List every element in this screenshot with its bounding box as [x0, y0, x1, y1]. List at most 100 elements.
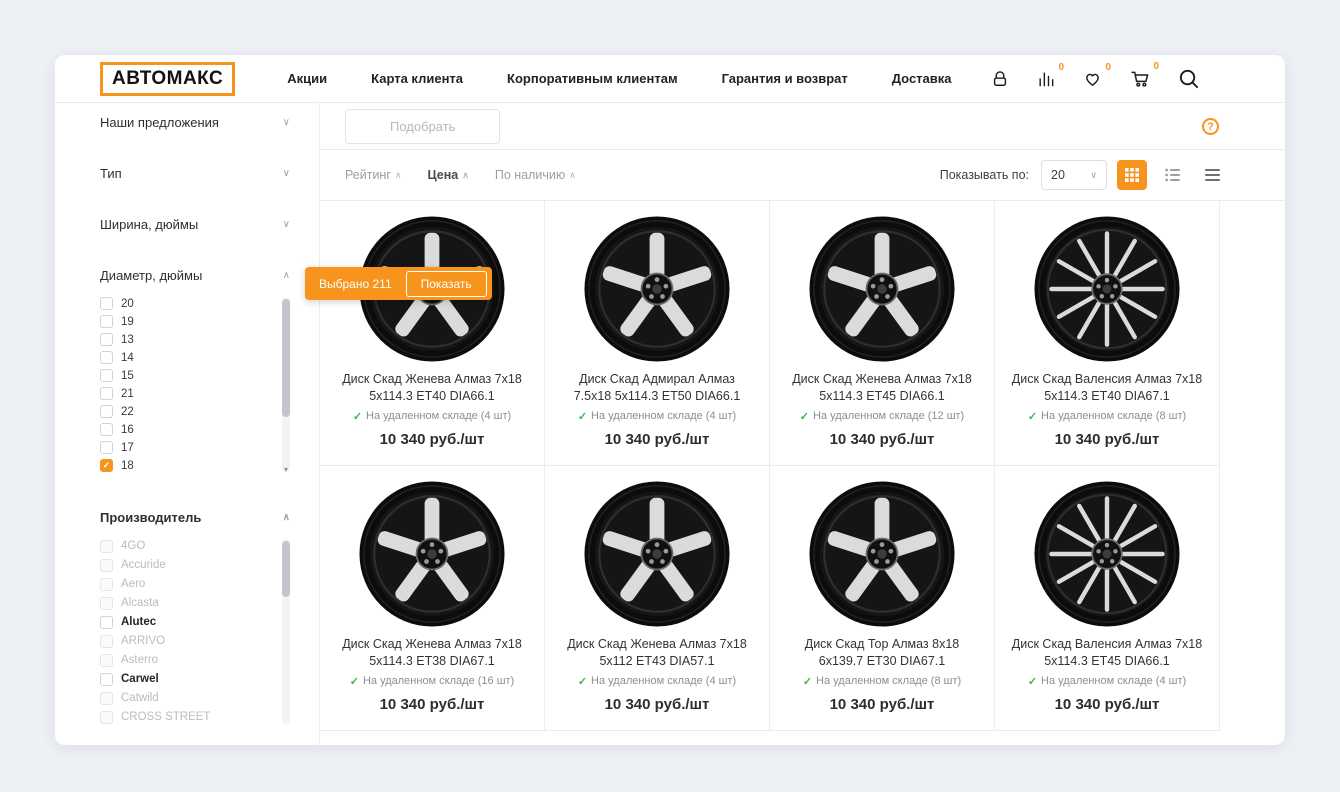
checkbox[interactable] [100, 333, 113, 346]
filter-header-width[interactable]: Ширина, дюймы ∨ [100, 217, 290, 232]
diameter-option-21[interactable]: 21 [100, 385, 274, 402]
product-title[interactable]: Диск Скад Женева Алмаз 7x18 5x114.3 ET40… [336, 371, 528, 405]
logo-text: АВТОМАКС [112, 68, 223, 89]
top-strip: Подобрать ? [320, 103, 1285, 150]
show-results-button[interactable]: Показать [406, 271, 487, 297]
page-size-select[interactable]: 20 ∨ [1041, 160, 1107, 190]
product-card[interactable]: Диск Скад Женева Алмаз 7x18 5x114.3 ET40… [320, 201, 545, 466]
product-card[interactable]: Диск Скад Валенсия Алмаз 7x18 5x114.3 ET… [995, 201, 1220, 466]
checkbox [100, 692, 113, 705]
site-container: АВТОМАКС Акции Карта клиента Корпоративн… [55, 55, 1285, 745]
product-title[interactable]: Диск Скад Валенсия Алмаз 7x18 5x114.3 ET… [1011, 636, 1203, 670]
product-card[interactable]: Диск Скад Женева Алмаз 7x18 5x114.3 ET38… [320, 466, 545, 731]
wheel-photo [1033, 480, 1181, 628]
filter-label: Наши предложения [100, 115, 219, 130]
cart-icon[interactable]: 0 [1129, 68, 1151, 89]
nav-item-warranty[interactable]: Гарантия и возврат [722, 71, 848, 86]
list-view-icon [1165, 168, 1180, 182]
diameter-scrollbar[interactable]: ▾ [282, 297, 290, 472]
filter-header-manufacturer[interactable]: Производитель ∧ [100, 510, 290, 525]
filter-section-offers: Наши предложения ∨ [100, 115, 290, 130]
chevron-down-icon: ∨ [283, 117, 290, 128]
view-table-button[interactable] [1197, 160, 1227, 190]
filter-header-offers[interactable]: Наши предложения ∨ [100, 115, 290, 130]
product-card[interactable]: Диск Скад Валенсия Алмаз 7x18 5x114.3 ET… [995, 466, 1220, 731]
checkbox[interactable] [100, 616, 113, 629]
manufacturer-scrollbar-thumb[interactable] [282, 541, 290, 597]
checkbox-checked[interactable]: ✓ [100, 459, 113, 472]
sort-asc-caret-icon: ∧ [462, 170, 469, 181]
product-availability: ✓ На удаленном складе (8 шт) [784, 675, 980, 688]
checkbox[interactable] [100, 297, 113, 310]
checkbox[interactable] [100, 315, 113, 328]
checkbox [100, 540, 113, 553]
compare-count-badge: 0 [1058, 62, 1064, 73]
diameter-option-15[interactable]: 15 [100, 367, 274, 384]
checkbox[interactable] [100, 387, 113, 400]
checkbox[interactable] [100, 441, 113, 454]
show-by-label: Показывать по: [940, 168, 1029, 182]
product-card[interactable]: Диск Скад Женева Алмаз 7x18 5x114.3 ET45… [770, 201, 995, 466]
manufacturer-option-alutec[interactable]: Alutec [100, 613, 274, 631]
nav-item-promos[interactable]: Акции [287, 71, 327, 86]
product-title[interactable]: Диск Скад Валенсия Алмаз 7x18 5x114.3 ET… [1011, 371, 1203, 405]
nav-item-corporate[interactable]: Корпоративным клиентам [507, 71, 678, 86]
product-availability: ✓ На удаленном складе (4 шт) [334, 410, 530, 423]
manufacturer-scrollbar[interactable] [282, 539, 290, 724]
search-icon[interactable] [1177, 67, 1200, 90]
diameter-option-17[interactable]: 17 [100, 439, 274, 456]
filter-label: Тип [100, 166, 122, 181]
filter-header-type[interactable]: Тип ∨ [100, 166, 290, 181]
product-title[interactable]: Диск Скад Тор Алмаз 8x18 6x139.7 ET30 DI… [786, 636, 978, 670]
view-list-button[interactable] [1157, 160, 1187, 190]
diameter-option-14[interactable]: 14 [100, 349, 274, 366]
product-title[interactable]: Диск Скад Женева Алмаз 7x18 5x114.3 ET38… [336, 636, 528, 670]
product-card[interactable]: Диск Скад Тор Алмаз 8x18 6x139.7 ET30 DI… [770, 466, 995, 731]
cart-count-badge: 0 [1153, 61, 1159, 72]
sort-by-rating[interactable]: Рейтинг ∧ [345, 168, 402, 182]
garage-lock-icon[interactable] [990, 69, 1010, 89]
checkbox[interactable] [100, 673, 113, 686]
checkbox [100, 597, 113, 610]
manufacturer-option-aero: Aero [100, 575, 274, 593]
scrollbar-down-arrow-icon[interactable]: ▾ [282, 466, 290, 474]
checkbox [100, 711, 113, 724]
diameter-option-19[interactable]: 19 [100, 313, 274, 330]
sort-by-availability[interactable]: По наличию ∧ [495, 168, 576, 182]
diameter-option-18[interactable]: ✓18 [100, 457, 274, 474]
manufacturer-option-carwel[interactable]: Carwel [100, 670, 274, 688]
help-icon[interactable]: ? [1202, 118, 1219, 135]
sort-row: Рейтинг ∧ Цена ∧ По наличию ∧ Показывать… [320, 150, 1285, 200]
chevron-up-icon: ∧ [283, 512, 290, 523]
grid-view-icon [1125, 168, 1139, 182]
checkbox[interactable] [100, 369, 113, 382]
diameter-option-22[interactable]: 22 [100, 403, 274, 420]
product-title[interactable]: Диск Скад Женева Алмаз 7x18 5x112 ET43 D… [561, 636, 753, 670]
nav-item-delivery[interactable]: Доставка [892, 71, 952, 86]
compare-icon[interactable]: 0 [1036, 69, 1056, 89]
nav-item-client-card[interactable]: Карта клиента [371, 71, 463, 86]
checkbox [100, 654, 113, 667]
in-stock-check-icon: ✓ [1028, 410, 1037, 423]
pick-button[interactable]: Подобрать [345, 109, 500, 144]
rows-view-icon [1205, 168, 1220, 182]
wishlist-heart-icon[interactable]: 0 [1082, 69, 1103, 89]
product-card[interactable]: Диск Скад Адмирал Алмаз 7.5x18 5x114.3 E… [545, 201, 770, 466]
filter-header-diameter[interactable]: Диаметр, дюймы ∧ [100, 268, 290, 283]
diameter-option-20[interactable]: 20 [100, 295, 274, 312]
sort-by-price[interactable]: Цена ∧ [428, 168, 469, 182]
product-title[interactable]: Диск Скад Адмирал Алмаз 7.5x18 5x114.3 E… [561, 371, 753, 405]
view-grid-button[interactable] [1117, 160, 1147, 190]
chevron-down-icon: ∨ [283, 168, 290, 179]
in-stock-check-icon: ✓ [578, 410, 587, 423]
diameter-option-13[interactable]: 13 [100, 331, 274, 348]
diameter-option-16[interactable]: 16 [100, 421, 274, 438]
filter-label: Диаметр, дюймы [100, 268, 202, 283]
checkbox[interactable] [100, 405, 113, 418]
diameter-scrollbar-thumb[interactable] [282, 299, 290, 417]
product-card[interactable]: Диск Скад Женева Алмаз 7x18 5x112 ET43 D… [545, 466, 770, 731]
product-title[interactable]: Диск Скад Женева Алмаз 7x18 5x114.3 ET45… [786, 371, 978, 405]
checkbox[interactable] [100, 351, 113, 364]
checkbox[interactable] [100, 423, 113, 436]
logo[interactable]: АВТОМАКС [100, 62, 235, 96]
